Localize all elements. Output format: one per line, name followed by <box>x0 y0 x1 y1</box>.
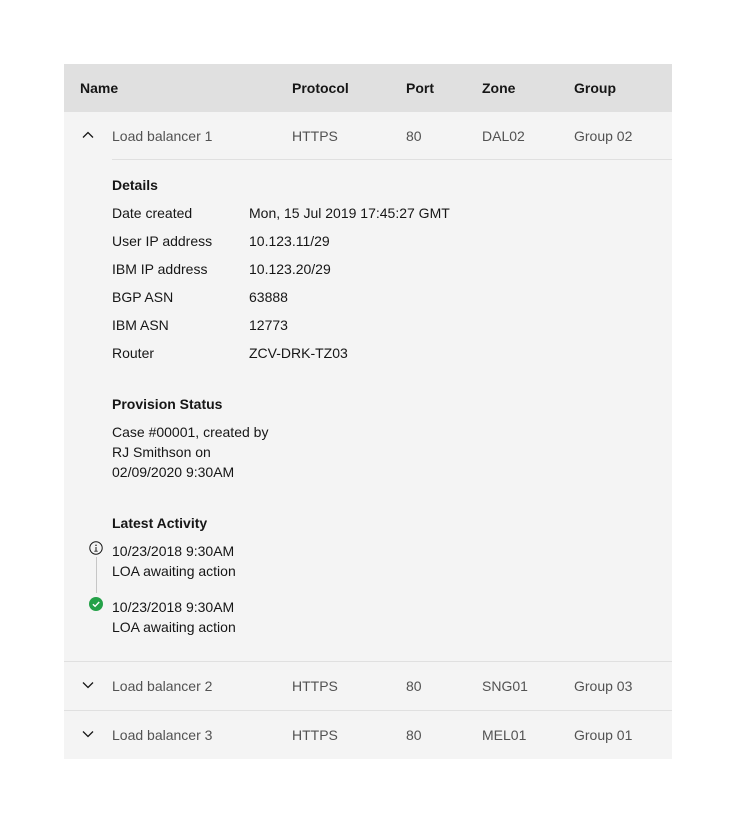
detail-value: 10.123.11/29 <box>249 233 330 249</box>
row-group: Group 02 <box>574 128 633 144</box>
column-header-protocol[interactable]: Protocol <box>292 64 349 112</box>
chevron-down-icon[interactable] <box>81 727 95 741</box>
provision-status-line: 02/09/2020 9:30AM <box>112 464 235 480</box>
provision-status-line: RJ Smithson on <box>112 444 211 460</box>
column-header-port[interactable]: Port <box>406 64 434 112</box>
column-header-group[interactable]: Group <box>574 64 616 112</box>
latest-activity-title: Latest Activity <box>112 515 208 531</box>
chevron-up-icon[interactable] <box>81 128 95 142</box>
table-header: Name Protocol Port Zone Group <box>64 64 672 112</box>
column-header-zone[interactable]: Zone <box>482 64 515 112</box>
table-row[interactable]: Load balancer 3 HTTPS 80 MEL01 Group 01 <box>64 711 672 759</box>
detail-value: 10.123.20/29 <box>249 261 331 277</box>
checkmark-filled-icon <box>89 597 103 611</box>
load-balancer-table: Name Protocol Port Zone Group Load balan… <box>64 64 672 759</box>
provision-status-line: Case #00001, created by <box>112 424 269 440</box>
table-row[interactable]: Load balancer 1 HTTPS 80 DAL02 Group 02 <box>64 112 672 160</box>
detail-value: Mon, 15 Jul 2019 17:45:27 GMT <box>249 205 450 221</box>
provision-status-title: Provision Status <box>112 396 223 412</box>
detail-value: ZCV-DRK-TZ03 <box>249 345 348 361</box>
information-icon <box>89 541 103 555</box>
timeline-connector <box>96 557 97 593</box>
expanded-row-content: Details Date created Mon, 15 Jul 2019 17… <box>64 160 672 662</box>
row-group: Group 01 <box>574 727 633 743</box>
row-port: 80 <box>406 678 422 694</box>
row-protocol: HTTPS <box>292 128 338 144</box>
row-protocol: HTTPS <box>292 678 338 694</box>
row-port: 80 <box>406 727 422 743</box>
row-zone: MEL01 <box>482 727 527 743</box>
detail-value: 63888 <box>249 289 288 305</box>
activity-time: 10/23/2018 9:30AM <box>112 599 235 615</box>
detail-value: 12773 <box>249 317 288 333</box>
row-zone: DAL02 <box>482 128 525 144</box>
row-name: Load balancer 3 <box>112 727 213 743</box>
row-group: Group 03 <box>574 678 633 694</box>
activity-time: 10/23/2018 9:30AM <box>112 543 235 559</box>
row-name: Load balancer 2 <box>112 678 213 694</box>
activity-text: LOA awaiting action <box>112 619 236 635</box>
detail-label: Router <box>112 345 155 361</box>
column-header-name[interactable]: Name <box>80 64 118 112</box>
row-name: Load balancer 1 <box>112 128 213 144</box>
table-row[interactable]: Load balancer 2 HTTPS 80 SNG01 Group 03 <box>64 662 672 711</box>
detail-label: BGP ASN <box>112 289 174 305</box>
detail-label: IBM IP address <box>112 261 208 277</box>
chevron-down-icon[interactable] <box>81 678 95 692</box>
row-port: 80 <box>406 128 422 144</box>
activity-text: LOA awaiting action <box>112 563 236 579</box>
row-protocol: HTTPS <box>292 727 338 743</box>
details-title: Details <box>112 177 158 193</box>
detail-label: IBM ASN <box>112 317 169 333</box>
row-zone: SNG01 <box>482 678 528 694</box>
detail-label: User IP address <box>112 233 213 249</box>
detail-label: Date created <box>112 205 193 221</box>
